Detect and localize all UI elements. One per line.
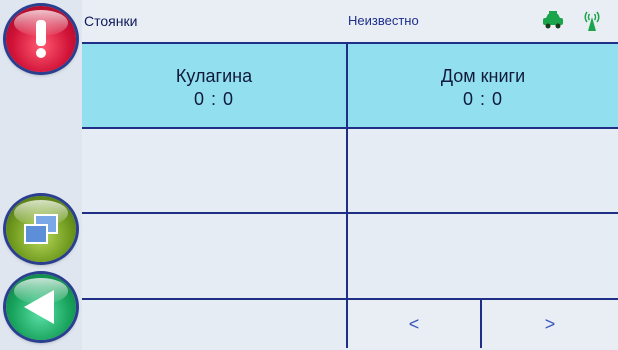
- parking-cell[interactable]: [82, 129, 348, 214]
- alert-button[interactable]: [6, 6, 76, 72]
- parking-cell[interactable]: [348, 214, 618, 300]
- parking-grid: Кулагина 0 : 0 Дом книги 0 : 0: [82, 42, 618, 300]
- parking-screen: Стоянки Неизвестно Кулагина 0 : 0 Дом кн…: [0, 0, 618, 350]
- pager-bar: < >: [82, 298, 618, 350]
- page-title: Стоянки: [84, 13, 138, 29]
- parking-cell[interactable]: Дом книги 0 : 0: [348, 44, 618, 129]
- parking-cell[interactable]: [82, 214, 348, 300]
- parking-cell[interactable]: Кулагина 0 : 0: [82, 44, 348, 129]
- header-bar: Стоянки Неизвестно: [82, 0, 618, 42]
- signal-icon: [584, 11, 600, 31]
- parking-name: Кулагина: [175, 66, 253, 86]
- parking-cell[interactable]: [348, 129, 618, 214]
- windows-button[interactable]: [6, 196, 76, 262]
- back-button[interactable]: [6, 274, 76, 340]
- left-rail: [0, 0, 82, 350]
- parking-count: 0 : 0: [462, 89, 504, 109]
- previous-page-label: <: [408, 313, 420, 334]
- parking-name: Дом книги: [440, 66, 526, 86]
- connection-status: Неизвестно: [348, 13, 419, 28]
- taxi-icon: [543, 11, 563, 29]
- next-page-button[interactable]: >: [480, 298, 618, 348]
- previous-page-button[interactable]: <: [346, 298, 480, 348]
- parking-count: 0 : 0: [193, 89, 235, 109]
- windows-icon: [24, 214, 58, 244]
- alert-exclamation-icon: [6, 6, 76, 72]
- next-page-label: >: [544, 313, 556, 334]
- back-arrow-icon: [24, 290, 54, 324]
